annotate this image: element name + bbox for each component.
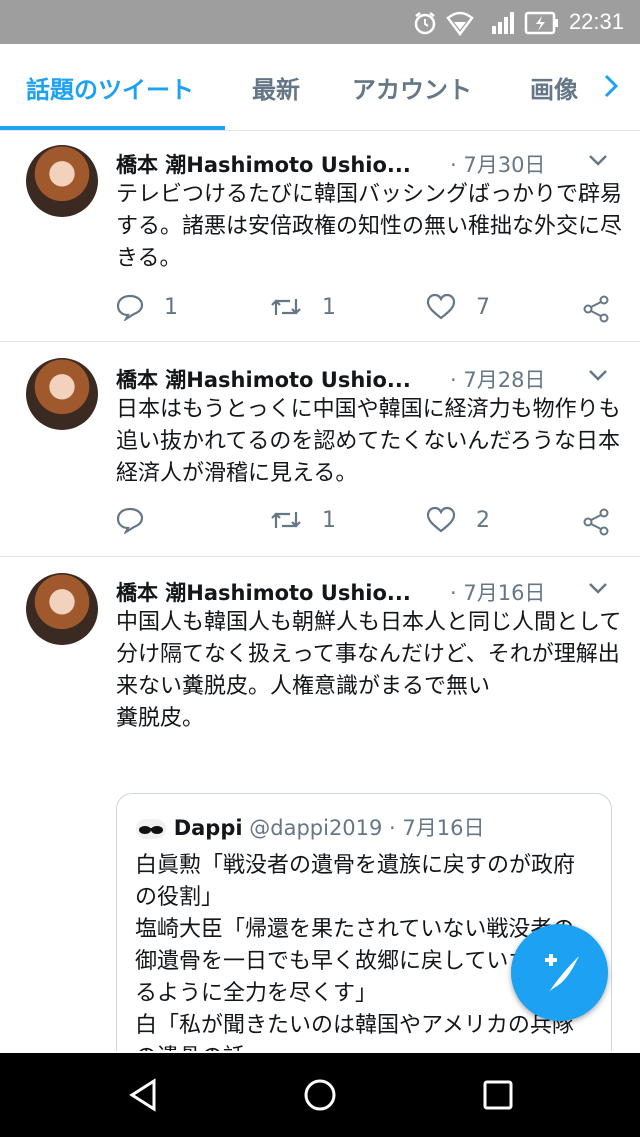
wifi-icon <box>446 11 474 36</box>
retweet-icon <box>271 299 301 315</box>
like-count: 7 <box>476 294 490 320</box>
chevron-right-icon[interactable] <box>602 72 620 100</box>
reply-button[interactable] <box>116 506 164 534</box>
home-icon[interactable] <box>300 1075 340 1115</box>
avatar[interactable] <box>26 573 98 645</box>
tweet[interactable]: 橋本 潮Hashimoto Ushio... · 7月28日 日本はもうとっくに… <box>0 342 640 557</box>
reply-icon <box>116 507 144 534</box>
reply-button[interactable]: 1 <box>116 293 178 321</box>
compose-button[interactable] <box>511 924 608 1021</box>
retweet-button[interactable]: 1 <box>270 293 336 321</box>
quoted-author-name[interactable]: Dappi <box>174 816 243 840</box>
tab-accounts[interactable]: アカウント <box>352 70 472 105</box>
author-name[interactable]: 橋本 潮Hashimoto Ushio... <box>116 149 411 179</box>
signal-icon <box>492 12 514 34</box>
system-navigation-bar <box>0 1053 640 1137</box>
status-bar: 22:31 <box>0 0 640 44</box>
back-icon[interactable] <box>124 1075 164 1115</box>
tweet-date: · 7月28日 <box>450 368 546 392</box>
tab-top-tweets[interactable]: 話題のツイート <box>26 70 194 105</box>
tab-latest[interactable]: 最新 <box>252 70 300 105</box>
recents-icon[interactable] <box>478 1075 518 1115</box>
caret-down-icon[interactable] <box>588 581 608 595</box>
reply-count: 1 <box>164 294 178 320</box>
tweet[interactable]: 橋本 潮Hashimoto Ushio... · 7月30日 テレビつけるたびに… <box>0 131 640 342</box>
tweet-text: 中国人も韓国人も朝鮮人も日本人と同じ人間として分け隔てなく扱えって事なんだけど、… <box>116 610 622 731</box>
retweet-icon <box>271 512 301 528</box>
quoted-author-handle: @dappi2019 · 7月16日 <box>249 816 485 840</box>
status-time: 22:31 <box>568 9 624 34</box>
tweet-text: 日本はもうとっくに中国や韓国に経済力も物作りも追い抜かれてるのを認めてたくないん… <box>116 397 621 486</box>
search-tabs: 話題のツイート 最新 アカウント 画像 <box>0 44 640 131</box>
share-icon[interactable] <box>582 508 610 536</box>
quoted-tweet-header: Dappi @dappi2019 · 7月16日 <box>135 812 485 842</box>
reply-icon <box>116 294 144 321</box>
retweet-count: 1 <box>322 294 336 320</box>
tweet-date: · 7月16日 <box>450 581 546 605</box>
avatar[interactable] <box>26 145 98 217</box>
battery-icon <box>524 11 558 35</box>
share-icon[interactable] <box>582 295 610 323</box>
tweet-date: · 7月30日 <box>450 153 546 177</box>
like-button[interactable]: 2 <box>426 506 490 534</box>
like-count: 2 <box>476 507 490 533</box>
like-button[interactable]: 7 <box>426 293 490 321</box>
compose-icon <box>545 954 579 992</box>
avatar[interactable] <box>26 358 98 430</box>
tweet-actions: 1 2 <box>116 506 616 538</box>
tweet-feed[interactable]: 橋本 潮Hashimoto Ushio... · 7月30日 テレビつけるたびに… <box>0 131 640 1051</box>
caret-down-icon[interactable] <box>588 153 608 167</box>
sunglasses-avatar-icon <box>136 819 166 839</box>
retweet-button[interactable]: 1 <box>270 506 336 534</box>
caret-down-icon[interactable] <box>588 368 608 382</box>
retweet-count: 1 <box>322 507 336 533</box>
alarm-icon <box>414 12 436 35</box>
tab-images[interactable]: 画像 <box>530 70 578 105</box>
tweet-actions: 1 1 7 <box>116 293 616 325</box>
like-icon <box>426 293 456 320</box>
author-name[interactable]: 橋本 潮Hashimoto Ushio... <box>116 577 411 607</box>
author-name[interactable]: 橋本 潮Hashimoto Ushio... <box>116 364 411 394</box>
tweet-text: テレビつけるたびに韓国バッシングばっかりで辟易する。諸悪は安倍政権の知性の無い稚… <box>116 182 623 271</box>
active-tab-indicator <box>0 126 225 130</box>
like-icon <box>426 506 456 533</box>
